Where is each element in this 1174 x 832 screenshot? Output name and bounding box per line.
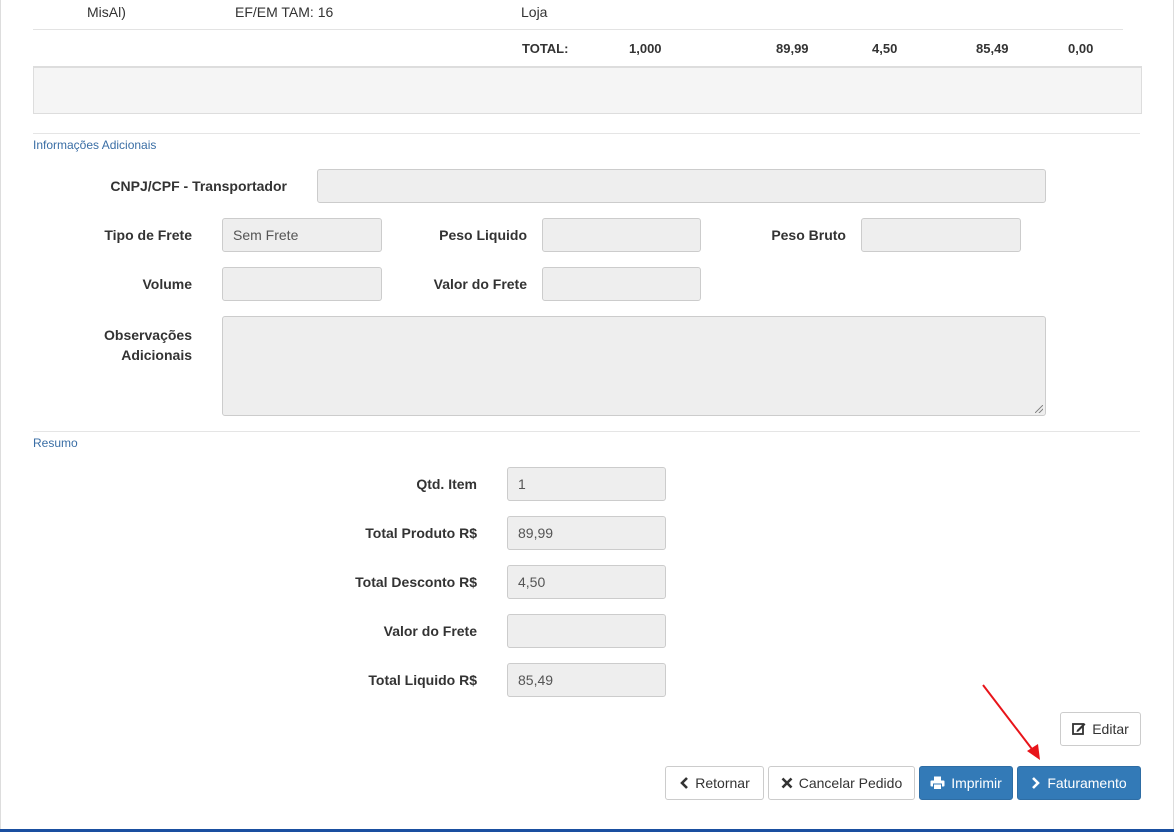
peso-liquido-input[interactable] (542, 218, 701, 252)
imprimir-button[interactable]: Imprimir (919, 766, 1013, 800)
close-icon (781, 777, 793, 789)
summary-section-title: Resumo (33, 436, 78, 450)
cnpj-label: CNPJ/CPF - Transportador (110, 178, 287, 194)
info-section-title: Informações Adicionais (33, 138, 157, 152)
total-produto-label: Total Produto R$ (365, 525, 477, 541)
total-desconto-label: Total Desconto R$ (355, 574, 477, 590)
section-divider (33, 431, 1140, 432)
retornar-button[interactable]: Retornar (665, 766, 764, 800)
observacoes-label-line2: Adicionais (121, 347, 192, 363)
chevron-right-icon (1031, 777, 1041, 789)
observacoes-label-line1: Observações (104, 327, 192, 343)
faturamento-label: Faturamento (1047, 775, 1127, 791)
total-produto-input[interactable]: 89,99 (507, 516, 666, 550)
cell-location: Loja (521, 4, 548, 20)
volume-label: Volume (142, 276, 192, 292)
chevron-left-icon (679, 777, 689, 789)
cancelar-pedido-button[interactable]: Cancelar Pedido (768, 766, 915, 800)
observacoes-textarea[interactable] (222, 316, 1046, 416)
total-other: 0,00 (1068, 41, 1094, 56)
edit-icon (1072, 722, 1086, 736)
retornar-label: Retornar (695, 775, 750, 791)
table-row: MisAl) EF/EM TAM: 16 Loja (33, 0, 1123, 30)
total-net: 85,49 (976, 41, 1009, 56)
imprimir-label: Imprimir (951, 775, 1002, 791)
peso-bruto-label: Peso Bruto (771, 227, 846, 243)
total-liquido-input[interactable]: 85,49 (507, 663, 666, 697)
cell-product-desc: EF/EM TAM: 16 (235, 4, 334, 20)
total-qty: 1,000 (629, 41, 662, 56)
volume-input[interactable] (222, 267, 382, 301)
observacoes-label: Observações Adicionais (60, 325, 192, 365)
resumo-valor-frete-label: Valor do Frete (383, 623, 477, 639)
cnpj-transportador-input[interactable] (317, 169, 1046, 203)
tipo-frete-input[interactable]: Sem Frete (222, 218, 382, 252)
valor-frete-input[interactable] (542, 267, 701, 301)
editar-label: Editar (1092, 721, 1129, 737)
resumo-valor-frete-input[interactable] (507, 614, 666, 648)
peso-liquido-label: Peso Liquido (439, 227, 527, 243)
table-total-row: TOTAL: 1,000 89,99 4,50 85,49 0,00 (33, 30, 1123, 66)
printer-icon (930, 776, 945, 790)
section-divider (33, 133, 1140, 134)
peso-bruto-input[interactable] (861, 218, 1021, 252)
cell-product-name: MisAl) (87, 4, 126, 20)
valor-frete-label: Valor do Frete (433, 276, 527, 292)
total-desconto-input[interactable]: 4,50 (507, 565, 666, 599)
tipo-frete-label: Tipo de Frete (104, 227, 192, 243)
table-footer-panel (33, 66, 1142, 114)
total-value: 89,99 (776, 41, 809, 56)
resize-handle-icon[interactable] (1035, 405, 1043, 413)
faturamento-button[interactable]: Faturamento (1017, 766, 1141, 800)
total-liquido-label: Total Liquido R$ (368, 672, 477, 688)
editar-button[interactable]: Editar (1060, 712, 1141, 746)
total-discount: 4,50 (872, 41, 898, 56)
cancelar-pedido-label: Cancelar Pedido (798, 775, 903, 791)
qtd-item-label: Qtd. Item (416, 476, 477, 492)
total-label: TOTAL: (522, 41, 569, 56)
qtd-item-input[interactable]: 1 (507, 467, 666, 501)
